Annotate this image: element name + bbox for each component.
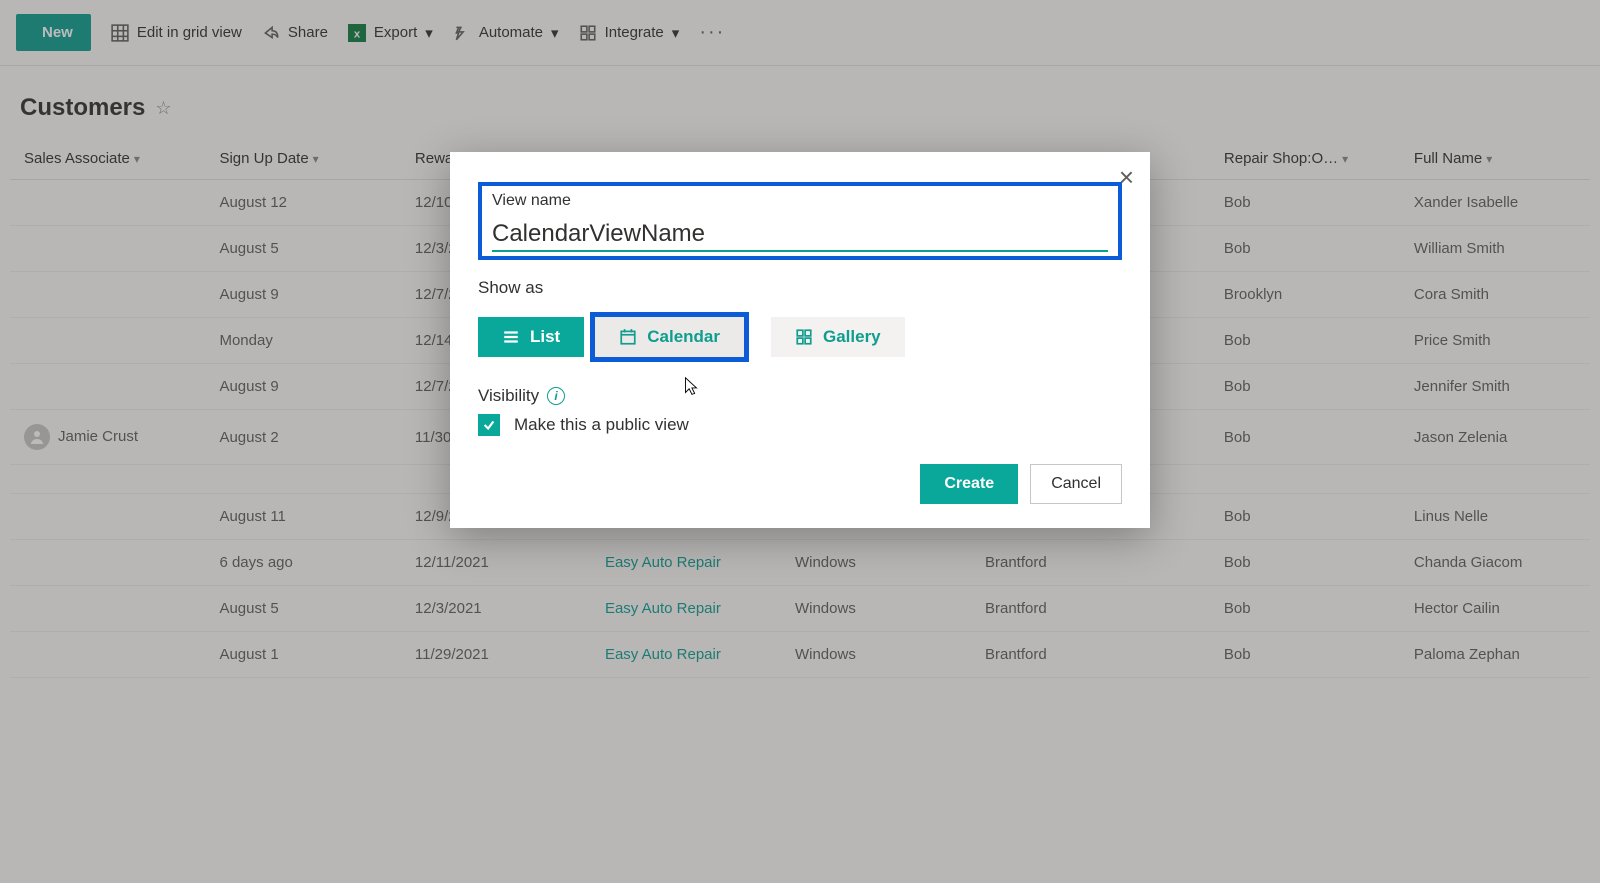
view-name-label: View name: [492, 192, 1108, 210]
gallery-label: Gallery: [823, 327, 881, 347]
close-icon: ×: [1119, 162, 1134, 192]
view-name-highlight: View name: [478, 182, 1122, 260]
check-icon: [482, 418, 496, 432]
view-name-input[interactable]: [492, 214, 1108, 252]
show-as-options: List Calendar Gallery: [478, 312, 1122, 362]
public-view-label: Make this a public view: [514, 415, 689, 435]
list-icon: [502, 328, 520, 346]
visibility-label: Visibility: [478, 386, 539, 406]
list-label: List: [530, 327, 560, 347]
dialog-actions: Create Cancel: [478, 464, 1122, 504]
show-as-list[interactable]: List: [478, 317, 584, 357]
create-view-dialog: × View name Show as List Calendar Galler…: [450, 152, 1150, 528]
public-view-row[interactable]: Make this a public view: [478, 414, 1122, 436]
calendar-label: Calendar: [647, 327, 720, 347]
calendar-highlight: Calendar: [590, 312, 749, 362]
close-button[interactable]: ×: [1119, 164, 1134, 190]
info-icon[interactable]: i: [547, 387, 565, 405]
gallery-icon: [795, 328, 813, 346]
show-as-gallery[interactable]: Gallery: [771, 317, 905, 357]
modal-overlay: × View name Show as List Calendar Galler…: [0, 0, 1600, 883]
show-as-calendar[interactable]: Calendar: [595, 317, 744, 357]
visibility-row: Visibility i: [478, 386, 1122, 406]
create-button[interactable]: Create: [920, 464, 1018, 504]
show-as-label: Show as: [478, 278, 1122, 298]
public-view-checkbox[interactable]: [478, 414, 500, 436]
calendar-icon: [619, 328, 637, 346]
cancel-button[interactable]: Cancel: [1030, 464, 1122, 504]
